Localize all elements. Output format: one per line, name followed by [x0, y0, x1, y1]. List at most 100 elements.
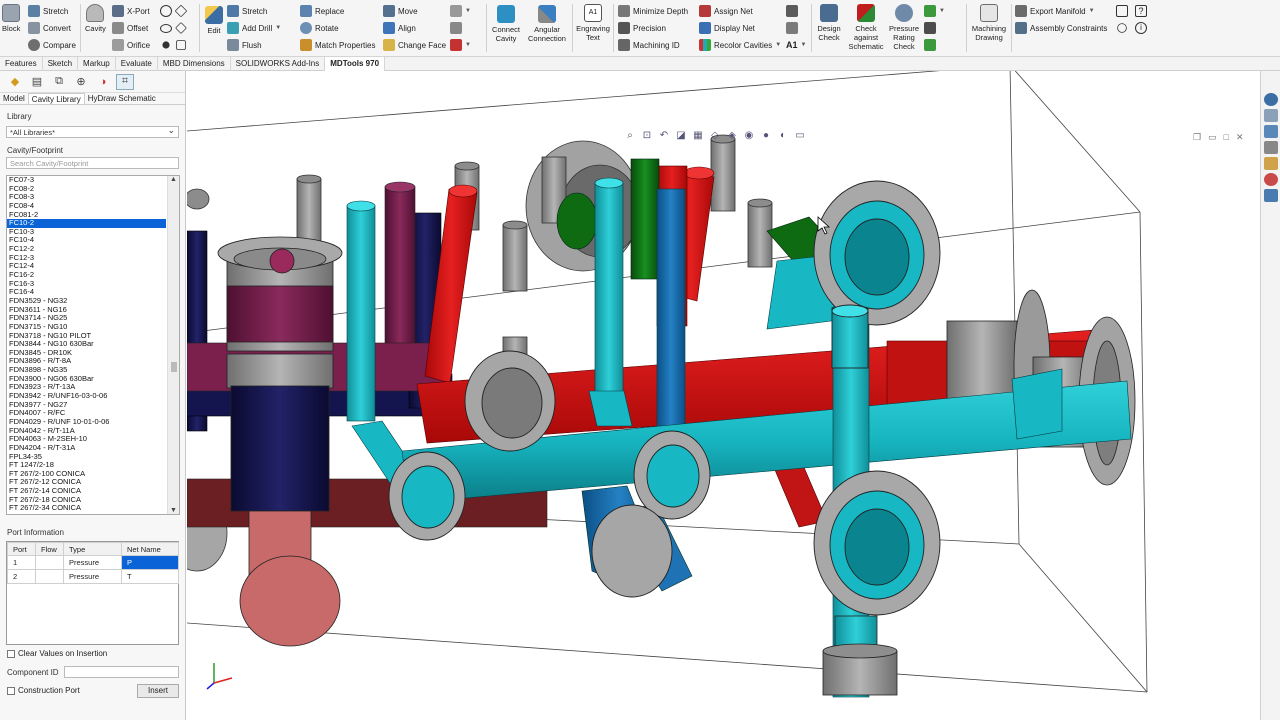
info-button[interactable]: i [1135, 21, 1147, 35]
tab-hydraw-schematic[interactable]: HyDraw Schematic [85, 93, 159, 104]
display-style-icon[interactable]: ◈ [725, 129, 739, 141]
port-net-name[interactable]: T [121, 569, 179, 584]
a1-button[interactable]: A1 ▼ [786, 38, 806, 52]
check-a-dropdown-icon[interactable]: ▼ [939, 8, 945, 14]
tab-model[interactable]: Model [0, 93, 28, 104]
add-drill-button[interactable]: Add Drill ▼ [227, 21, 281, 35]
cavity-list-scrollbar[interactable]: ▲ ▼ [167, 176, 179, 514]
edit-button[interactable]: Edit [205, 6, 223, 35]
export-manifold-button[interactable]: Export Manifold ▼ [1015, 4, 1095, 18]
mdtools-pane-icon[interactable] [1264, 189, 1278, 202]
table-row[interactable]: 2 Pressure T [7, 569, 179, 584]
feature-manager-icon[interactable]: ◆ [6, 74, 24, 90]
check-against-schematic-button[interactable]: Check against Schematic [847, 4, 885, 51]
tab-cavity-library[interactable]: Cavity Library [27, 93, 85, 104]
edit-appearance-icon[interactable]: ● [759, 129, 773, 141]
table-row[interactable]: 1 Pressure P [7, 555, 179, 570]
stretch-drill-button[interactable]: Stretch [227, 4, 267, 18]
cavity-button[interactable]: Cavity [85, 4, 106, 33]
xport-button[interactable]: X-Port [112, 4, 150, 18]
minimize-depth-button[interactable]: Minimize Depth [618, 4, 688, 18]
graphics-viewport[interactable]: ⌕ ⊡ ↶ ◪ ▦ ◇ ◈ ◉ ● ◐ ▭ ❐ ▭ □ ✕ [187, 71, 1260, 720]
block-button[interactable]: Block [2, 4, 20, 33]
search-button[interactable] [1116, 21, 1128, 35]
tool-b-button[interactable] [450, 21, 462, 35]
tool-d-button[interactable] [786, 4, 798, 18]
tile-icon[interactable]: ❐ [1193, 132, 1201, 143]
scroll-up-icon[interactable]: ▲ [170, 176, 177, 183]
flush-button[interactable]: Flush [227, 38, 262, 52]
a1-dropdown-icon[interactable]: ▼ [801, 42, 807, 48]
previous-view-icon[interactable]: ↶ [657, 129, 671, 141]
tab-mbd-dimensions[interactable]: MBD Dimensions [158, 57, 231, 71]
port-flow[interactable] [35, 555, 64, 570]
tab-sketch[interactable]: Sketch [43, 57, 79, 71]
tab-evaluate[interactable]: Evaluate [116, 57, 158, 71]
change-face-button[interactable]: Change Face ▼ [383, 38, 455, 52]
display-manager-icon[interactable]: ◑ [94, 74, 112, 90]
checkbox-box[interactable] [7, 649, 15, 658]
ellipse-shape-button[interactable] [160, 21, 187, 35]
custom-properties-icon[interactable] [1264, 173, 1278, 186]
tab-features[interactable]: Features [0, 57, 43, 71]
export-dropdown-icon[interactable]: ▼ [1089, 8, 1095, 14]
zoom-to-area-icon[interactable]: ⊡ [640, 129, 654, 141]
compare-button[interactable]: Compare [28, 38, 76, 52]
insert-button[interactable]: Insert [137, 684, 179, 698]
file-explorer-icon[interactable] [1264, 125, 1278, 138]
design-check-button[interactable]: Design Check [813, 4, 845, 42]
restore-icon[interactable]: ▭ [1208, 132, 1217, 143]
circle-shape-button[interactable] [160, 4, 188, 18]
convert-button[interactable]: Convert [28, 21, 71, 35]
port-flow[interactable] [35, 569, 64, 584]
mdtools-manager-icon[interactable]: ⌗ [116, 73, 134, 90]
replace-button[interactable]: Replace [300, 4, 344, 18]
maximize-icon[interactable]: □ [1224, 132, 1229, 143]
solidworks-resources-icon[interactable] [1264, 93, 1278, 106]
design-library-icon[interactable] [1264, 109, 1278, 122]
assembly-constraints-button[interactable]: Assembly Constraints [1015, 21, 1107, 35]
align-button[interactable]: Align [383, 21, 416, 35]
zoom-to-fit-icon[interactable]: ⌕ [623, 129, 637, 141]
library-select[interactable]: *All Libraries* [6, 125, 179, 138]
recolor-dropdown-icon[interactable]: ▼ [775, 42, 781, 48]
check-tool-c-button[interactable] [924, 38, 936, 52]
close-icon[interactable]: ✕ [1236, 132, 1244, 143]
dynamic-annotation-icon[interactable]: ▦ [691, 129, 705, 141]
add-drill-dropdown-icon[interactable]: ▼ [275, 25, 281, 31]
clear-values-checkbox[interactable]: Clear Values on Insertion [7, 649, 107, 658]
dimxpert-manager-icon[interactable]: ⊕ [72, 74, 90, 90]
view-palette-icon[interactable] [1264, 141, 1278, 154]
tool-a-button[interactable]: ▼ [450, 4, 471, 18]
section-view-icon[interactable]: ◪ [674, 129, 688, 141]
machining-id-button[interactable]: Machining ID [618, 38, 680, 52]
angular-connection-button[interactable]: Angular Connection [527, 5, 567, 43]
tab-solidworks-add-ins[interactable]: SOLIDWORKS Add-Ins [231, 57, 326, 71]
check-tool-a-button[interactable]: ▼ [924, 4, 945, 18]
pressure-rating-check-button[interactable]: Pressure Rating Check [886, 4, 922, 51]
rotate-button[interactable]: Rotate [300, 21, 339, 35]
stretch-block-button[interactable]: Stretch [28, 4, 68, 18]
list-item[interactable]: FT 267/2-34 CONICA [7, 504, 166, 513]
precision-button[interactable]: Precision [618, 21, 666, 35]
checkbox-box[interactable] [7, 686, 15, 695]
engraving-text-button[interactable]: A1 Engraving Text [576, 4, 610, 42]
scroll-thumb[interactable] [171, 362, 177, 372]
offset-button[interactable]: Offset [112, 21, 148, 35]
manifold-3d-model[interactable] [187, 71, 1260, 720]
appearances-icon[interactable] [1264, 157, 1278, 170]
move-button[interactable]: Move [383, 4, 418, 18]
apply-scene-icon[interactable]: ◐ [776, 129, 790, 141]
view-settings-icon[interactable]: ▭ [793, 129, 807, 141]
check-tool-b-button[interactable] [924, 21, 936, 35]
tab-markup[interactable]: Markup [78, 57, 116, 71]
tool-e-button[interactable] [786, 21, 798, 35]
view-orientation-icon[interactable]: ◇ [708, 129, 722, 141]
machining-drawing-button[interactable]: Machining Drawing [969, 4, 1009, 42]
property-manager-icon[interactable]: ▤ [28, 74, 46, 90]
tool-c-dropdown-icon[interactable]: ▼ [465, 42, 471, 48]
construction-port-checkbox[interactable]: Construction Port [7, 686, 80, 695]
tab-mdtools-970[interactable]: MDTools 970 [325, 57, 386, 71]
match-properties-button[interactable]: Match Properties [300, 38, 375, 52]
orifice-button[interactable]: Orifice [112, 38, 150, 52]
